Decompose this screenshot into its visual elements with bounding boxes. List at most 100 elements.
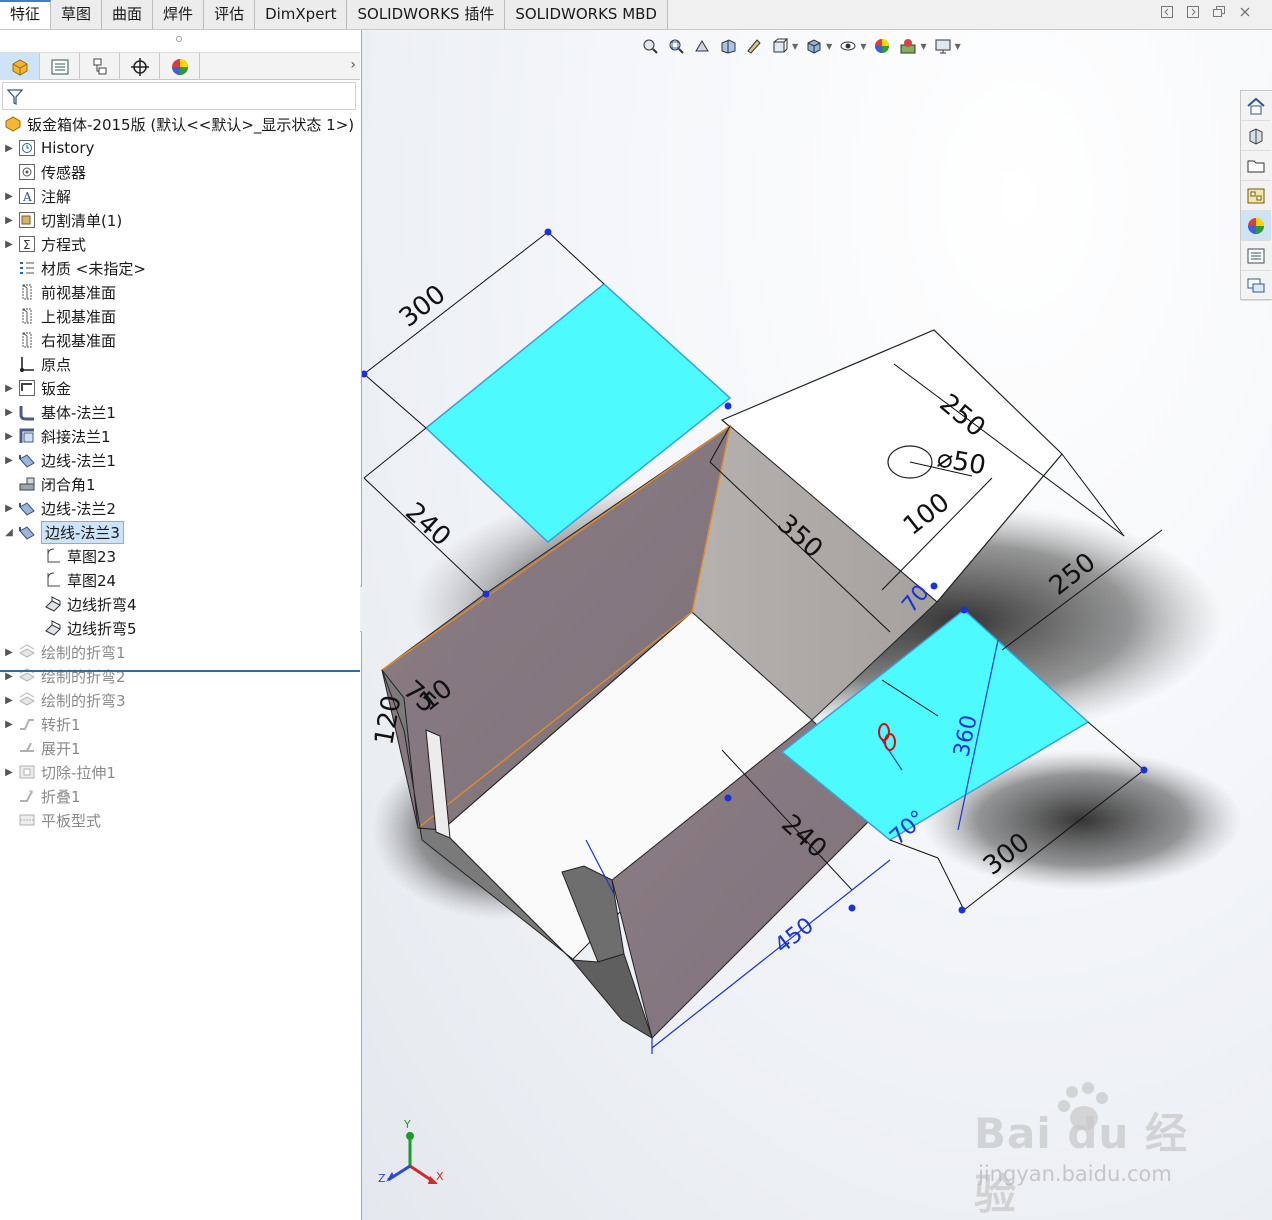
edit-appearance-icon[interactable] <box>872 36 892 56</box>
dimension-240-left[interactable]: 240 <box>399 497 456 553</box>
tree-item-cut-list[interactable]: ▶ 切割清单(1) <box>4 208 122 232</box>
tree-item-equations[interactable]: ▶ Σ 方程式 <box>4 232 86 256</box>
collapse-arrow-icon[interactable]: ◢ <box>4 527 14 538</box>
pane-left-icon[interactable] <box>1160 6 1174 20</box>
tree-item-sketched-bend-1[interactable]: ▶ 绘制的折弯1 <box>4 640 125 664</box>
expand-arrow-icon[interactable]: ▶ <box>4 143 14 154</box>
tree-item-fold-1[interactable]: 折叠1 <box>18 784 81 808</box>
tree-item-right-plane[interactable]: 右视基准面 <box>18 328 116 352</box>
expand-arrow-icon[interactable]: ▶ <box>4 719 14 730</box>
tree-item-sketch-24[interactable]: 草图24 <box>44 568 116 592</box>
tree-item-cut-extrude-1[interactable]: ▶ 切除-拉伸1 <box>4 760 116 784</box>
expand-arrow-icon[interactable]: ▶ <box>4 671 14 682</box>
restore-window-icon[interactable] <box>1212 6 1226 20</box>
reference-triad[interactable]: Y X Z <box>372 1118 452 1188</box>
sketched-bend-icon <box>18 643 36 661</box>
tree-item-history[interactable]: ▶ History <box>4 136 94 160</box>
tree-item-edge-flange-2[interactable]: ▶ 边线-法兰2 <box>4 496 116 520</box>
apply-scene-icon[interactable] <box>898 36 918 56</box>
property-list-icon <box>51 59 68 74</box>
tree-item-sheet-metal[interactable]: ▶ 钣金 <box>4 376 71 400</box>
tree-item-closed-corner[interactable]: 闭合角1 <box>18 472 96 496</box>
expand-arrow-icon[interactable]: ▶ <box>4 767 14 778</box>
tree-item-edge-bend-5[interactable]: 边线折弯5 <box>44 616 137 640</box>
dimension-300-top[interactable]: 300 <box>394 279 452 333</box>
tree-item-annotations[interactable]: ▶ A 注解 <box>4 184 71 208</box>
design-library-tab[interactable] <box>1241 121 1271 151</box>
dropdown-arrow-icon[interactable]: ▼ <box>920 42 926 51</box>
tree-item-sensors[interactable]: 传感器 <box>18 160 86 184</box>
expand-arrow-icon[interactable]: ▶ <box>4 239 14 250</box>
view-settings-icon[interactable] <box>933 36 953 56</box>
view-palette-tab[interactable] <box>1241 181 1271 211</box>
tab-dimxpert[interactable]: DimXpert <box>255 0 348 29</box>
display-manager-tab[interactable] <box>160 53 200 80</box>
dimxpert-manager-tab[interactable] <box>120 53 160 80</box>
pane-right-icon[interactable] <box>1186 6 1200 20</box>
watermark-brand: Bai du 经验 <box>974 1109 1188 1219</box>
hide-show-items-icon[interactable] <box>838 36 858 56</box>
appearances-tab[interactable] <box>1241 211 1271 241</box>
property-manager-tab[interactable] <box>40 53 80 80</box>
tree-item-jog-1[interactable]: ▶ 转折1 <box>4 712 80 736</box>
solidworks-resources-tab[interactable] <box>1241 91 1271 121</box>
expand-arrow-icon[interactable]: ▶ <box>4 647 14 658</box>
tree-item-top-plane[interactable]: 上视基准面 <box>18 304 116 328</box>
tab-evaluate[interactable]: 评估 <box>204 0 256 29</box>
tree-item-edge-flange-3[interactable]: ◢ 边线-法兰3 <box>4 520 124 544</box>
configuration-manager-tab[interactable] <box>80 53 120 80</box>
tree-item-miter-flange[interactable]: ▶ 斜接法兰1 <box>4 424 110 448</box>
tab-weldments[interactable]: 焊件 <box>153 0 205 29</box>
tree-root-part[interactable]: 钣金箱体-2015版 (默认<<默认>_显示状态 1>) <box>4 112 354 136</box>
expand-arrow-icon[interactable]: ▶ <box>4 215 14 226</box>
tree-item-origin[interactable]: 原点 <box>18 352 71 376</box>
dropdown-arrow-icon[interactable]: ▼ <box>826 42 832 51</box>
tree-item-front-plane[interactable]: 前视基准面 <box>18 280 116 304</box>
expand-arrow-icon[interactable]: ▶ <box>4 431 14 442</box>
tree-item-edge-bend-4[interactable]: 边线折弯4 <box>44 592 137 616</box>
expand-arrow-icon[interactable]: ▶ <box>4 191 14 202</box>
close-window-icon[interactable] <box>1238 6 1252 20</box>
forum-tab[interactable] <box>1241 271 1271 301</box>
file-explorer-tab[interactable] <box>1241 151 1271 181</box>
tree-item-flat-pattern[interactable]: 平板型式 <box>18 808 101 832</box>
tab-solidworks-addins[interactable]: SOLIDWORKS 插件 <box>347 0 506 29</box>
tree-item-sketched-bend-3[interactable]: ▶ 绘制的折弯3 <box>4 688 125 712</box>
edge-flange-icon <box>18 499 36 517</box>
view-orientation-icon[interactable] <box>770 36 790 56</box>
panel-splitter-handle[interactable] <box>176 36 182 42</box>
zoom-to-fit-icon[interactable] <box>640 36 660 56</box>
tree-item-sketch-23[interactable]: 草图23 <box>44 544 116 568</box>
tree-filter-bar[interactable] <box>2 82 356 110</box>
tab-features[interactable]: 特征 <box>0 0 52 29</box>
previous-view-icon[interactable] <box>692 36 712 56</box>
tab-solidworks-mbd[interactable]: SOLIDWORKS MBD <box>505 0 668 29</box>
dropdown-arrow-icon[interactable]: ▼ <box>792 42 798 51</box>
zoom-area-icon[interactable] <box>666 36 686 56</box>
tree-item-edge-flange-1[interactable]: ▶ 边线-法兰1 <box>4 448 116 472</box>
display-style-icon[interactable] <box>804 36 824 56</box>
chevron-right-icon[interactable]: › <box>350 57 356 73</box>
dropdown-arrow-icon[interactable]: ▼ <box>860 42 866 51</box>
expand-arrow-icon[interactable]: ▶ <box>4 407 14 418</box>
expand-arrow-icon[interactable]: ▶ <box>4 695 14 706</box>
dropdown-arrow-icon[interactable]: ▼ <box>955 42 961 51</box>
custom-properties-tab[interactable] <box>1241 241 1271 271</box>
expand-arrow-icon[interactable]: ▶ <box>4 383 14 394</box>
section-view-icon[interactable] <box>718 36 738 56</box>
expand-arrow-icon[interactable]: ▶ <box>4 503 14 514</box>
tab-surfaces[interactable]: 曲面 <box>102 0 154 29</box>
sheet-metal-model[interactable]: 300 240 250 ⌀50 100 350 250 300 240 10 7… <box>362 30 1272 1220</box>
dimension-450[interactable]: 450 <box>770 913 818 959</box>
rollback-bar[interactable] <box>0 670 360 672</box>
feature-manager-tab[interactable] <box>0 53 40 80</box>
expand-arrow-icon[interactable]: ▶ <box>4 455 14 466</box>
plane-icon <box>18 331 36 349</box>
dynamic-annotation-icon[interactable] <box>744 36 764 56</box>
tree-item-base-flange[interactable]: ▶ 基体-法兰1 <box>4 400 116 424</box>
tree-item-unfold-1[interactable]: 展开1 <box>18 736 81 760</box>
tree-item-material[interactable]: 材质 <未指定> <box>18 256 146 280</box>
graphics-area[interactable]: 300 240 250 ⌀50 100 350 250 300 240 10 7… <box>362 30 1272 1220</box>
tab-sketch[interactable]: 草图 <box>51 0 103 29</box>
tree-item-sketched-bend-2[interactable]: ▶ 绘制的折弯2 <box>4 664 125 688</box>
